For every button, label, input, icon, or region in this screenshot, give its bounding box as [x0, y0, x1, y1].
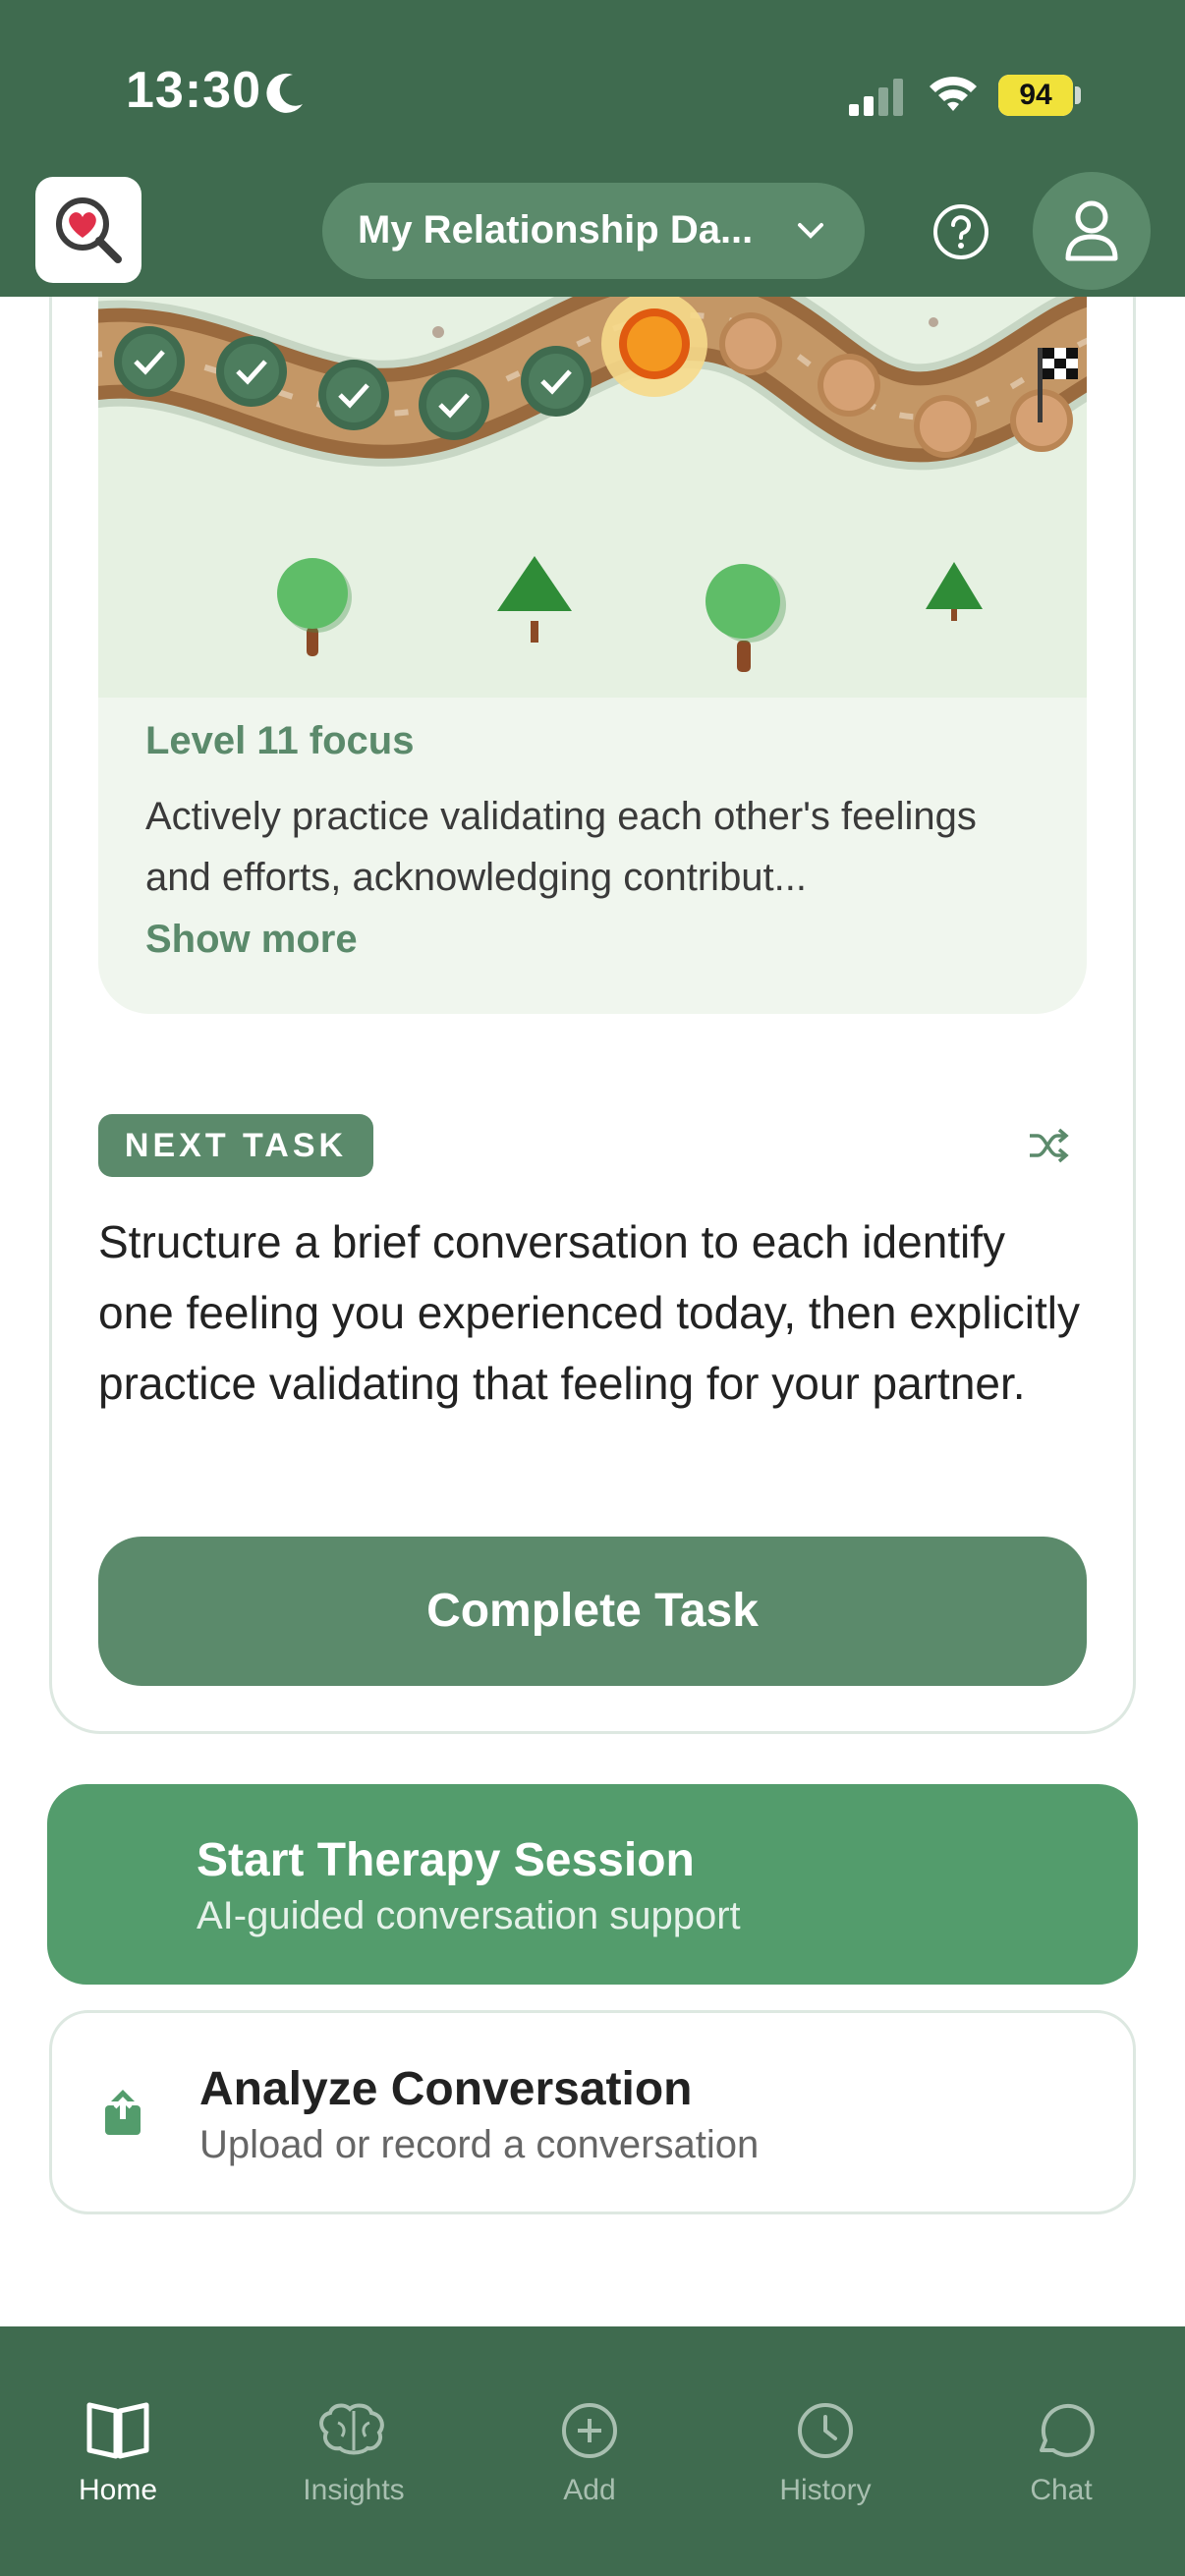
analyze-subtitle: Upload or record a conversation — [199, 2123, 760, 2166]
start-therapy-session-card[interactable]: Start Therapy Session AI-guided conversa… — [47, 1784, 1138, 1985]
status-time: 13:30 — [126, 62, 261, 119]
completed-step-icon — [216, 336, 287, 407]
relationship-selector-label: My Relationship Da... — [358, 208, 754, 252]
shuffle-icon[interactable] — [1028, 1126, 1069, 1165]
focus-title: Level 11 focus — [145, 719, 415, 762]
nav-home-label: Home — [78, 2474, 158, 2506]
battery-level: 94 — [1019, 79, 1052, 111]
app-logo-button[interactable] — [35, 177, 141, 283]
nav-chat-label: Chat — [1030, 2474, 1093, 2506]
relationship-selector[interactable]: My Relationship Da... — [322, 183, 865, 279]
chat-bubble-icon — [1040, 2403, 1095, 2457]
profile-button[interactable] — [1033, 172, 1151, 290]
upcoming-step-icon — [914, 395, 977, 458]
battery-nub — [1075, 86, 1081, 104]
nav-add[interactable]: Add — [472, 2326, 707, 2523]
upcoming-step-icon — [818, 354, 880, 417]
bottom-navigation: Home Insights Add History Chat — [0, 2326, 1185, 2576]
chevron-down-icon — [798, 223, 823, 239]
wifi-icon — [930, 77, 977, 111]
focus-description: Actively practice validating each other'… — [145, 795, 977, 899]
show-more-link[interactable]: Show more — [145, 918, 358, 962]
upcoming-step-icon — [719, 312, 782, 375]
app-header: 13:30 94 My Relationship Da... — [0, 0, 1185, 297]
nav-insights-label: Insights — [303, 2474, 405, 2506]
complete-task-button[interactable]: Complete Task — [98, 1537, 1087, 1686]
brain-icon — [319, 2403, 384, 2455]
analyze-title: Analyze Conversation — [199, 2063, 693, 2115]
nav-history[interactable]: History — [707, 2326, 943, 2523]
next-task-badge: NEXT TASK — [98, 1114, 373, 1177]
nav-home[interactable]: Home — [0, 2326, 236, 2523]
analyze-conversation-card[interactable]: Analyze Conversation Upload or record a … — [49, 2010, 1136, 2214]
completed-step-icon — [318, 360, 389, 430]
nav-insights[interactable]: Insights — [236, 2326, 472, 2523]
battery-icon: 94 — [998, 75, 1073, 116]
heart-search-logo-icon — [56, 197, 122, 263]
signal-icon — [849, 79, 903, 116]
nav-add-label: Add — [563, 2474, 616, 2506]
moon-icon — [266, 73, 303, 113]
completed-step-icon — [114, 326, 185, 397]
level-progress-panel: Level 11 focus Actively practice validat… — [98, 297, 1087, 1014]
completed-step-icon — [419, 369, 489, 440]
progress-path-map — [98, 297, 1087, 698]
book-icon — [86, 2402, 149, 2459]
plus-circle-icon — [562, 2403, 617, 2458]
help-icon[interactable] — [931, 202, 990, 261]
upload-icon — [105, 2090, 141, 2135]
completed-step-icon — [521, 346, 592, 417]
task-description: Structure a brief conversation to each i… — [98, 1216, 1081, 1409]
profile-icon — [1065, 200, 1118, 261]
nav-chat[interactable]: Chat — [943, 2326, 1179, 2523]
nav-history-label: History — [779, 2474, 872, 2506]
clock-icon — [798, 2403, 853, 2458]
therapy-subtitle: AI-guided conversation support — [197, 1894, 741, 1937]
therapy-title: Start Therapy Session — [197, 1834, 695, 1886]
